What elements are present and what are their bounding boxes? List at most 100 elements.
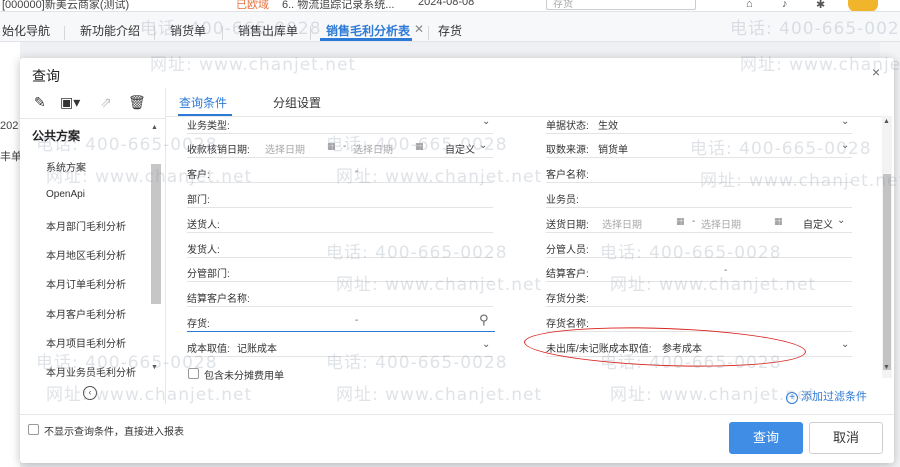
chevron-down-icon[interactable]: ⌄ xyxy=(482,339,490,350)
calendar-icon[interactable]: ▦ xyxy=(327,141,336,152)
settle-customer-range[interactable]: 结算客户: - xyxy=(546,262,852,282)
tab-inventory[interactable]: 存货 xyxy=(438,22,462,39)
deliverer-field[interactable]: 送货人: xyxy=(187,213,493,233)
tab-divider xyxy=(64,26,65,40)
chevron-down-icon[interactable]: ⌄ xyxy=(841,140,849,151)
chevron-down-icon[interactable]: ⌄ xyxy=(841,116,849,127)
field-label: 单据状态: xyxy=(546,121,589,132)
delivery-date-range[interactable]: 送货日期: 选择日期 ▦ - 选择日期 ▦ 自定义 ⌄ xyxy=(546,213,852,233)
department-field[interactable]: 部门: xyxy=(187,188,493,208)
range-dash: - xyxy=(355,166,359,177)
customer-name-field[interactable]: 客户名称: xyxy=(546,163,852,183)
field-label: 部门: xyxy=(187,195,210,206)
bell-icon[interactable]: ♪ xyxy=(782,0,788,10)
scheme-item[interactable]: 系统方案 xyxy=(46,159,86,174)
tab-gross-profit[interactable]: 销售毛利分析表 xyxy=(326,22,410,39)
field-label: 结算客户名称: xyxy=(187,294,250,305)
tab-query-conditions[interactable]: 查询条件 xyxy=(179,94,227,111)
home-icon[interactable]: ⌂ xyxy=(746,0,753,10)
scheme-scrollbar-thumb[interactable] xyxy=(151,164,161,304)
field-label: 送货日期: xyxy=(546,220,589,231)
skip-conditions-checkbox[interactable] xyxy=(28,424,39,435)
tab-sales-order[interactable]: 销货单 xyxy=(170,22,206,39)
cancel-button[interactable]: 取消 xyxy=(809,422,883,454)
field-label: 客户名称: xyxy=(546,170,589,181)
settings-icon[interactable]: ✱ xyxy=(816,0,825,11)
tab-init-guide[interactable]: 始化导航 xyxy=(2,22,50,39)
date-start-input[interactable]: 选择日期 xyxy=(602,216,642,231)
dialog-title: 查询 xyxy=(32,68,60,84)
calendar-icon[interactable]: ▦ xyxy=(676,216,685,227)
plus-icon: + xyxy=(786,392,798,404)
chevron-down-icon[interactable]: ⌄ xyxy=(479,140,487,151)
avatar[interactable] xyxy=(848,0,878,11)
form-scrollbar-thumb[interactable] xyxy=(883,174,891,370)
inv-category-field[interactable]: 存货分类: xyxy=(546,287,852,307)
query-button[interactable]: 查询 xyxy=(729,422,803,454)
doc-status-select[interactable]: 单据状态: 生效 ⌄ xyxy=(546,114,852,134)
delete-icon[interactable]: 🗑 xyxy=(128,94,146,111)
source-select[interactable]: 取数来源: 销货单 ⌄ xyxy=(546,138,852,158)
range-dash: - xyxy=(355,315,359,326)
scroll-down-icon[interactable]: ▼ xyxy=(151,364,158,371)
settle-customer-field[interactable]: 结算客户名称: xyxy=(187,287,493,307)
mgr-dept-field[interactable]: 分管部门: xyxy=(187,262,493,282)
field-label: 分管人员: xyxy=(546,245,589,256)
export-icon[interactable]: ⇗ xyxy=(100,94,112,111)
range-dash: - xyxy=(692,216,696,227)
date-end-input[interactable]: 选择日期 xyxy=(701,216,741,231)
app-tab-bar: 始化导航 新功能介绍 销货单 销售出库单 销售毛利分析表 ✕ 存货 xyxy=(0,12,900,42)
date-start-input[interactable]: 选择日期 xyxy=(265,141,305,156)
notice-text: 6.. 物流追踪记录系统... xyxy=(282,0,395,11)
scheme-item[interactable]: 本月订单毛利分析 xyxy=(46,276,126,291)
field-label: 送货人: xyxy=(187,220,220,231)
close-icon[interactable]: × xyxy=(872,64,880,80)
add-filter-button[interactable]: + 添加过滤条件 xyxy=(786,388,867,404)
calendar-icon[interactable]: ▦ xyxy=(774,216,783,227)
salesman-field[interactable]: 业务员: xyxy=(546,188,852,208)
chevron-down-icon[interactable]: ⌄ xyxy=(841,339,849,350)
save-icon[interactable]: ▣▾ xyxy=(60,94,80,111)
chevron-down-icon[interactable]: ⌄ xyxy=(837,215,845,226)
date-end-input[interactable]: 选择日期 xyxy=(353,141,393,156)
tab-sales-outbound[interactable]: 销售出库单 xyxy=(238,22,298,39)
search-icon[interactable]: ⚲ xyxy=(479,312,489,328)
cost-value-select[interactable]: 成本取值: 记账成本 ⌄ xyxy=(187,337,493,357)
biz-type-select[interactable]: 业务类型: ⌄ xyxy=(187,114,493,134)
query-dialog: 查询 × ✎ ▣▾ ⇗ 🗑 公共方案 系统方案 OpenApi 本月部门毛利分析… xyxy=(20,58,894,463)
scroll-up-icon[interactable]: ▲ xyxy=(883,118,890,125)
customer-range[interactable]: 客户: - xyxy=(187,163,493,183)
scheme-item[interactable]: 本月业务员毛利分析 xyxy=(46,364,136,379)
calendar-icon[interactable]: ▦ xyxy=(415,141,424,152)
field-label: 取数来源: xyxy=(546,145,589,156)
tab-new-features[interactable]: 新功能介绍 xyxy=(80,22,140,39)
collapse-panel-icon[interactable]: ‹ xyxy=(83,386,97,400)
notice-label[interactable]: 已欧域 xyxy=(236,0,269,11)
close-icon[interactable]: ✕ xyxy=(414,22,424,36)
field-label: 结算客户: xyxy=(546,269,589,280)
scheme-item[interactable]: 本月地区毛利分析 xyxy=(46,247,126,262)
chevron-down-icon[interactable]: ⌄ xyxy=(482,116,490,127)
date-preset-select[interactable]: 自定义 xyxy=(803,216,833,231)
field-label: 成本取值: xyxy=(187,344,230,355)
scheme-item[interactable]: 本月项目毛利分析 xyxy=(46,335,126,350)
scheme-item[interactable]: OpenApi xyxy=(46,189,85,200)
tab-group-settings[interactable]: 分组设置 xyxy=(273,94,321,111)
scheme-group-title: 公共方案 xyxy=(32,129,81,143)
scheme-item[interactable]: 本月部门毛利分析 xyxy=(46,218,126,233)
field-label: 存货: xyxy=(187,319,210,330)
date-preset-select[interactable]: 自定义 xyxy=(445,141,475,156)
background-text: 202 xyxy=(0,120,19,132)
edit-icon[interactable]: ✎ xyxy=(34,94,46,111)
inventory-range[interactable]: 存货: - ⚲ xyxy=(187,312,495,332)
global-search-input[interactable]: 存货 xyxy=(546,0,696,10)
scroll-up-icon[interactable]: ▲ xyxy=(151,124,158,131)
mgr-person-field[interactable]: 分管人员: xyxy=(546,238,852,258)
account-label: [000000]新美云商家(测试) xyxy=(2,0,130,11)
scroll-down-icon[interactable]: ▼ xyxy=(883,364,890,371)
shipper-field[interactable]: 发货人: xyxy=(187,238,493,258)
include-unallocated-checkbox[interactable] xyxy=(188,368,199,379)
field-label: 分管部门: xyxy=(187,269,230,280)
verify-date-range[interactable]: 收款核销日期: 选择日期 ▦ - 选择日期 ▦ 自定义 ⌄ xyxy=(187,138,493,158)
scheme-item[interactable]: 本月客户毛利分析 xyxy=(46,306,126,321)
